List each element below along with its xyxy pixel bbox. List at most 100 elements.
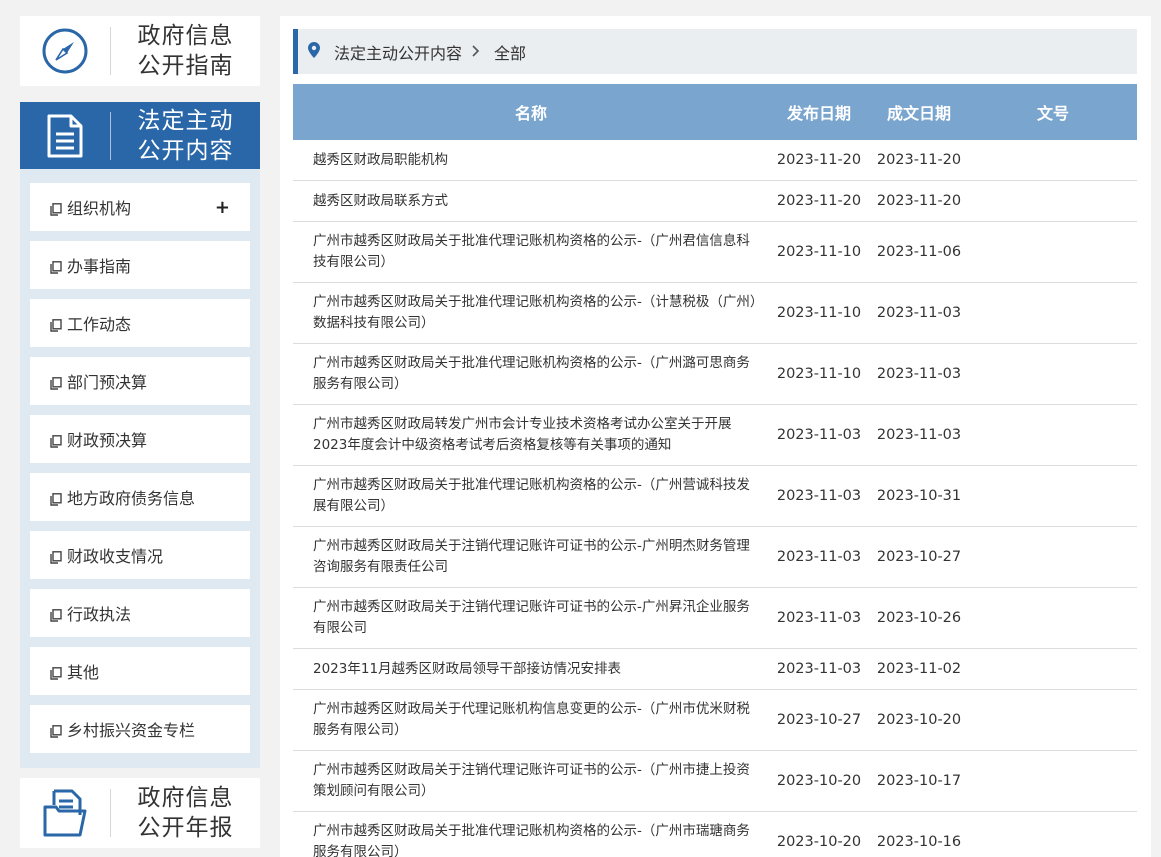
active-section-card[interactable]: 法定主动 公开内容 xyxy=(20,102,260,169)
copy-doc-icon xyxy=(50,665,62,680)
sidebar-item-content: 地方政府债务信息 xyxy=(50,485,195,509)
compass-icon xyxy=(20,16,110,86)
row-doc-date: 2023-11-03 xyxy=(876,305,962,321)
sidebar-item-content: 组织机构 xyxy=(50,195,131,219)
row-title[interactable]: 广州市越秀区财政局关于注销代理记账许可证书的公示-（广州市捷上投资策划顾问有限公… xyxy=(293,760,769,802)
sidebar-menu: 组织机构 + 办事指南工作动态部门预决算财政预决算地方政府债务信息 财政收支情况 行政执… xyxy=(20,169,260,768)
chevron-right-icon xyxy=(472,42,480,61)
sidebar-item-content: 财政预决算 xyxy=(50,427,147,451)
main-content: 法定主动公开内容 全部 名称 发布日期 成文日期 文号 越秀区财政局职能机构 20… xyxy=(280,16,1151,857)
sidebar-item[interactable]: 乡村振兴资金专栏 xyxy=(30,705,250,753)
breadcrumb-level2[interactable]: 全部 xyxy=(494,40,526,64)
row-title[interactable]: 2023年11月越秀区财政局领导干部接访情况安排表 xyxy=(293,659,769,680)
table-row[interactable]: 广州市越秀区财政局关于注销代理记账许可证书的公示-广州昇汛企业服务有限公司 202… xyxy=(293,588,1137,649)
row-doc-date: 2023-10-27 xyxy=(876,549,962,565)
copy-doc-icon xyxy=(50,723,62,738)
sidebar-item[interactable]: 组织机构 + xyxy=(30,183,250,231)
sidebar-item-content: 工作动态 xyxy=(50,311,131,335)
row-title[interactable]: 广州市越秀区财政局转发广州市会计专业技术资格考试办公室关于开展2023年度会计中… xyxy=(293,414,769,456)
row-doc-date: 2023-10-16 xyxy=(876,834,962,850)
sidebar-item[interactable]: 财政预决算 xyxy=(30,415,250,463)
row-doc-date: 2023-11-20 xyxy=(876,193,962,209)
row-doc-date: 2023-10-20 xyxy=(876,712,962,728)
sidebar-item-content: 办事指南 xyxy=(50,253,131,277)
copy-doc-icon xyxy=(50,259,62,274)
sidebar-item-label: 部门预决算 xyxy=(67,373,148,392)
sidebar-item-label: 财政预决算 xyxy=(67,431,148,450)
row-doc-date: 2023-10-17 xyxy=(876,773,962,789)
table-row[interactable]: 广州市越秀区财政局关于批准代理记账机构资格的公示-（广州君信信息科技有限公司） 2… xyxy=(293,222,1137,283)
header-doc-date: 成文日期 xyxy=(886,104,951,123)
annual-report-card[interactable]: 政府信息 公开年报 xyxy=(20,778,260,848)
row-doc-date: 2023-11-03 xyxy=(876,366,962,382)
sidebar-item[interactable]: 部门预决算 xyxy=(30,357,250,405)
table-row[interactable]: 2023年11月越秀区财政局领导干部接访情况安排表 2023-11-03 2023-… xyxy=(293,649,1137,690)
sidebar-item[interactable]: 办事指南 xyxy=(30,241,250,289)
copy-doc-icon xyxy=(50,375,62,390)
row-pub-date: 2023-11-03 xyxy=(776,549,862,565)
sidebar-item[interactable]: 其他 xyxy=(30,647,250,695)
sidebar-item-content: 财政收支情况 xyxy=(50,543,163,567)
table-row[interactable]: 广州市越秀区财政局关于注销代理记账许可证书的公示-（广州市捷上投资策划顾问有限公… xyxy=(293,751,1137,812)
table-row[interactable]: 广州市越秀区财政局关于批准代理记账机构资格的公示-（计慧税极（广州）数据科技有限… xyxy=(293,283,1137,344)
sidebar-item[interactable]: 财政收支情况 xyxy=(30,531,250,579)
row-pub-date: 2023-11-20 xyxy=(776,152,862,168)
annual-report-label: 政府信息 公开年报 xyxy=(137,785,234,841)
expand-plus-icon[interactable]: + xyxy=(215,197,230,218)
row-pub-date: 2023-11-10 xyxy=(776,244,862,260)
copy-doc-icon xyxy=(50,491,62,506)
sidebar-item-content: 行政执法 xyxy=(50,601,131,625)
row-doc-date: 2023-10-26 xyxy=(876,610,962,626)
document-icon xyxy=(20,102,110,169)
header-name: 名称 xyxy=(514,104,547,123)
row-title[interactable]: 广州市越秀区财政局关于批准代理记账机构资格的公示-（计慧税极（广州）数据科技有限… xyxy=(293,292,769,334)
active-section-label: 法定主动 公开内容 xyxy=(137,107,234,164)
sidebar-item-label: 组织机构 xyxy=(67,199,132,218)
sidebar-item[interactable]: 工作动态 xyxy=(30,299,250,347)
row-title[interactable]: 广州市越秀区财政局关于批准代理记账机构资格的公示-（广州市瑞瑭商务服务有限公司） xyxy=(293,821,769,857)
sidebar-item-label: 财政收支情况 xyxy=(67,547,164,566)
row-pub-date: 2023-10-27 xyxy=(776,712,862,728)
row-title[interactable]: 广州市越秀区财政局关于批准代理记账机构资格的公示-（广州营诚科技发展有限公司） xyxy=(293,475,769,517)
table-row[interactable]: 广州市越秀区财政局关于代理记账机构信息变更的公示-（广州市优米财税服务有限公司）… xyxy=(293,690,1137,751)
table-row[interactable]: 越秀区财政局职能机构 2023-11-20 2023-11-20 xyxy=(293,140,1137,181)
copy-doc-icon xyxy=(50,433,62,448)
header-pub-date: 发布日期 xyxy=(786,104,851,123)
row-pub-date: 2023-11-03 xyxy=(776,661,862,677)
row-title[interactable]: 广州市越秀区财政局关于代理记账机构信息变更的公示-（广州市优米财税服务有限公司） xyxy=(293,699,769,741)
sidebar-item-label: 地方政府债务信息 xyxy=(67,489,196,508)
row-title[interactable]: 广州市越秀区财政局关于批准代理记账机构资格的公示-（广州潞可思商务服务有限公司） xyxy=(293,353,769,395)
location-pin-icon xyxy=(308,41,320,62)
copy-doc-icon xyxy=(50,201,62,216)
sidebar-item[interactable]: 行政执法 xyxy=(30,589,250,637)
table-row[interactable]: 广州市越秀区财政局关于批准代理记账机构资格的公示-（广州市瑞瑭商务服务有限公司）… xyxy=(293,812,1137,857)
row-pub-date: 2023-11-03 xyxy=(776,488,862,504)
sidebar-item-label: 其他 xyxy=(67,663,100,682)
row-doc-date: 2023-10-31 xyxy=(876,488,962,504)
guide-card[interactable]: 政府信息 公开指南 xyxy=(20,16,260,86)
row-pub-date: 2023-11-10 xyxy=(776,366,862,382)
row-pub-date: 2023-11-20 xyxy=(776,193,862,209)
sidebar-item-label: 乡村振兴资金专栏 xyxy=(67,721,196,740)
table-row[interactable]: 广州市越秀区财政局关于批准代理记账机构资格的公示-（广州潞可思商务服务有限公司）… xyxy=(293,344,1137,405)
table-row[interactable]: 广州市越秀区财政局关于注销代理记账许可证书的公示-广州明杰财务管理咨询服务有限责… xyxy=(293,527,1137,588)
row-title[interactable]: 越秀区财政局联系方式 xyxy=(293,191,769,212)
left-sidebar: 政府信息 公开指南 法定主动 公开内容 组织机构 + 办事指南工作动态部门预决算财政… xyxy=(20,16,260,848)
sidebar-item-label: 行政执法 xyxy=(67,605,132,624)
sidebar-item-label: 工作动态 xyxy=(67,315,132,334)
breadcrumb-level1[interactable]: 法定主动公开内容 xyxy=(334,40,462,64)
table-row[interactable]: 越秀区财政局联系方式 2023-11-20 2023-11-20 xyxy=(293,181,1137,222)
row-doc-date: 2023-11-02 xyxy=(876,661,962,677)
table-row[interactable]: 广州市越秀区财政局转发广州市会计专业技术资格考试办公室关于开展2023年度会计中… xyxy=(293,405,1137,466)
table-row[interactable]: 广州市越秀区财政局关于批准代理记账机构资格的公示-（广州营诚科技发展有限公司） 2… xyxy=(293,466,1137,527)
row-pub-date: 2023-11-03 xyxy=(776,610,862,626)
breadcrumb: 法定主动公开内容 全部 xyxy=(293,29,1137,74)
row-doc-date: 2023-11-03 xyxy=(876,427,962,443)
row-pub-date: 2023-11-10 xyxy=(776,305,862,321)
sidebar-item[interactable]: 地方政府债务信息 xyxy=(30,473,250,521)
row-title[interactable]: 广州市越秀区财政局关于注销代理记账许可证书的公示-广州明杰财务管理咨询服务有限责… xyxy=(293,536,769,578)
row-title[interactable]: 越秀区财政局职能机构 xyxy=(293,150,769,171)
copy-doc-icon xyxy=(50,549,62,564)
row-title[interactable]: 广州市越秀区财政局关于注销代理记账许可证书的公示-广州昇汛企业服务有限公司 xyxy=(293,597,769,639)
row-title[interactable]: 广州市越秀区财政局关于批准代理记账机构资格的公示-（广州君信信息科技有限公司） xyxy=(293,231,769,273)
